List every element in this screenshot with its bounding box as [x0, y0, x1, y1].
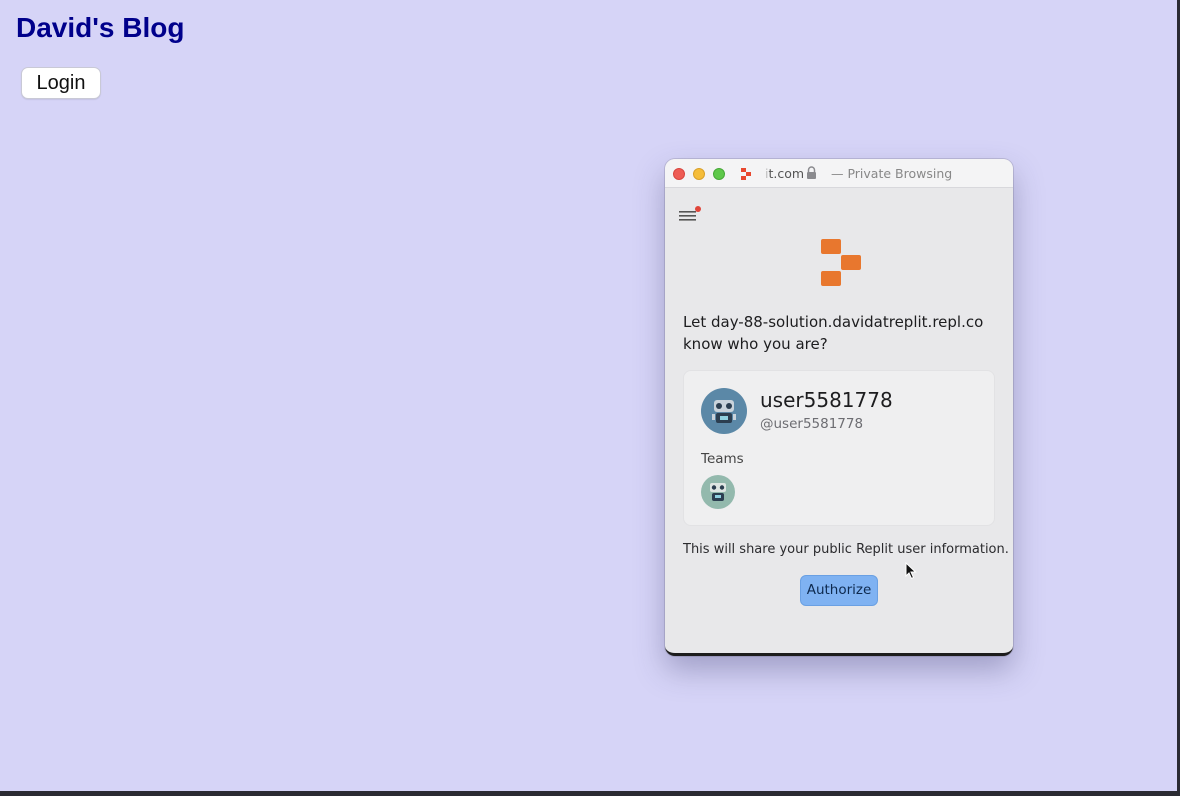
- teams-label: Teams: [701, 451, 744, 467]
- titlebar-url-domain: t.com: [768, 166, 805, 181]
- hamburger-menu-icon[interactable]: [679, 206, 701, 227]
- prompt-domain: day-88-solution.davidatreplit.repl.co: [710, 313, 984, 331]
- window-titlebar[interactable]: it.com — Private Browsing: [665, 159, 1013, 188]
- prompt-suffix: know who you are?: [683, 335, 828, 353]
- username: user5581778: [760, 388, 893, 412]
- blog-title: David's Blog: [16, 12, 185, 43]
- team-avatar: [701, 475, 735, 509]
- login-button[interactable]: Login: [21, 67, 101, 99]
- replit-logo-icon: [821, 239, 861, 292]
- prompt-prefix: Let: [683, 313, 711, 331]
- oauth-popup-window: it.com — Private Browsing Let day-88-sol…: [665, 159, 1013, 656]
- minimize-window-button[interactable]: [693, 168, 705, 180]
- user-avatar: [701, 388, 747, 434]
- notification-dot-icon: [695, 206, 701, 212]
- authorization-prompt: Let day-88-solution.davidatreplit.repl.c…: [683, 311, 1003, 355]
- user-card: user5581778 @user5581778 Teams: [683, 370, 995, 526]
- lock-icon: [806, 166, 817, 184]
- authorize-button[interactable]: Authorize: [800, 575, 878, 606]
- close-window-button[interactable]: [673, 168, 685, 180]
- private-browsing-label: — Private Browsing: [831, 166, 953, 181]
- blog-page: David's Blog Login it.com — Private Brow…: [0, 0, 1180, 796]
- replit-favicon-icon: [741, 167, 753, 185]
- mouse-cursor-icon: [905, 561, 917, 585]
- share-info-note: This will share your public Replit user …: [683, 542, 1009, 557]
- robot-avatar-icon: [710, 483, 726, 501]
- maximize-window-button[interactable]: [713, 168, 725, 180]
- titlebar-url: it.com: [765, 166, 804, 181]
- robot-avatar-icon: [712, 400, 736, 423]
- user-handle: @user5581778: [760, 416, 864, 432]
